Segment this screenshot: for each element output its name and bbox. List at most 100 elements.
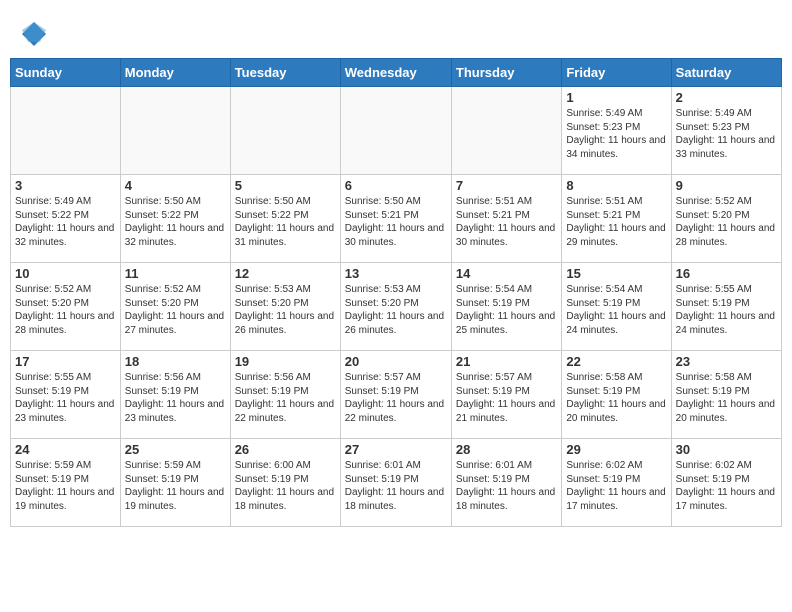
day-detail: Sunrise: 6:02 AMSunset: 5:19 PMDaylight:…: [676, 459, 777, 513]
calendar-week-4: 17 Sunrise: 5:55 AMSunset: 5:19 PMDayligh…: [11, 351, 782, 439]
day-detail: Sunrise: 5:53 AMSunset: 5:20 PMDaylight:…: [235, 283, 336, 337]
day-detail: Sunrise: 5:55 AMSunset: 5:19 PMDaylight:…: [15, 371, 116, 425]
day-detail: Sunrise: 5:52 AMSunset: 5:20 PMDaylight:…: [125, 283, 226, 337]
day-detail: Sunrise: 5:58 AMSunset: 5:19 PMDaylight:…: [566, 371, 666, 425]
calendar-cell: 1 Sunrise: 5:49 AMSunset: 5:23 PMDaylight…: [562, 87, 671, 175]
calendar-cell: 17 Sunrise: 5:55 AMSunset: 5:19 PMDayligh…: [11, 351, 121, 439]
day-detail: Sunrise: 5:53 AMSunset: 5:20 PMDaylight:…: [345, 283, 447, 337]
day-number: 12: [235, 266, 336, 281]
day-number: 19: [235, 354, 336, 369]
day-number: 15: [566, 266, 666, 281]
page-header: [10, 10, 782, 53]
day-detail: Sunrise: 5:56 AMSunset: 5:19 PMDaylight:…: [125, 371, 226, 425]
logo-icon: [20, 20, 48, 48]
calendar-cell: 3 Sunrise: 5:49 AMSunset: 5:22 PMDaylight…: [11, 175, 121, 263]
day-detail: Sunrise: 5:49 AMSunset: 5:22 PMDaylight:…: [15, 195, 116, 249]
day-detail: Sunrise: 5:59 AMSunset: 5:19 PMDaylight:…: [15, 459, 116, 513]
day-number: 10: [15, 266, 116, 281]
day-number: 3: [15, 178, 116, 193]
day-number: 2: [676, 90, 777, 105]
day-detail: Sunrise: 6:02 AMSunset: 5:19 PMDaylight:…: [566, 459, 666, 513]
day-detail: Sunrise: 5:51 AMSunset: 5:21 PMDaylight:…: [456, 195, 557, 249]
day-detail: Sunrise: 5:52 AMSunset: 5:20 PMDaylight:…: [15, 283, 116, 337]
day-detail: Sunrise: 5:50 AMSunset: 5:22 PMDaylight:…: [235, 195, 336, 249]
day-number: 25: [125, 442, 226, 457]
weekday-header-friday: Friday: [562, 59, 671, 87]
weekday-header-tuesday: Tuesday: [230, 59, 340, 87]
calendar-cell: 14 Sunrise: 5:54 AMSunset: 5:19 PMDayligh…: [451, 263, 561, 351]
calendar-cell: 29Sunrise: 6:02 AMSunset: 5:19 PMDayligh…: [562, 439, 671, 527]
calendar-week-3: 10 Sunrise: 5:52 AMSunset: 5:20 PMDayligh…: [11, 263, 782, 351]
day-detail: Sunrise: 5:51 AMSunset: 5:21 PMDaylight:…: [566, 195, 666, 249]
calendar-cell: 8 Sunrise: 5:51 AMSunset: 5:21 PMDaylight…: [562, 175, 671, 263]
calendar-cell: 25 Sunrise: 5:59 AMSunset: 5:19 PMDayligh…: [120, 439, 230, 527]
calendar-week-5: 24 Sunrise: 5:59 AMSunset: 5:19 PMDayligh…: [11, 439, 782, 527]
calendar-cell: 19 Sunrise: 5:56 AMSunset: 5:19 PMDayligh…: [230, 351, 340, 439]
day-detail: Sunrise: 5:57 AMSunset: 5:19 PMDaylight:…: [456, 371, 557, 425]
day-detail: Sunrise: 5:50 AMSunset: 5:22 PMDaylight:…: [125, 195, 226, 249]
day-detail: Sunrise: 5:59 AMSunset: 5:19 PMDaylight:…: [125, 459, 226, 513]
calendar-cell: 18 Sunrise: 5:56 AMSunset: 5:19 PMDayligh…: [120, 351, 230, 439]
day-number: 1: [566, 90, 666, 105]
calendar-cell: 11Sunrise: 5:52 AMSunset: 5:20 PMDayligh…: [120, 263, 230, 351]
day-number: 6: [345, 178, 447, 193]
calendar-cell: 22 Sunrise: 5:58 AMSunset: 5:19 PMDayligh…: [562, 351, 671, 439]
day-number: 18: [125, 354, 226, 369]
calendar-cell: 2 Sunrise: 5:49 AMSunset: 5:23 PMDaylight…: [671, 87, 781, 175]
day-detail: Sunrise: 6:01 AMSunset: 5:19 PMDaylight:…: [345, 459, 447, 513]
calendar-cell: [451, 87, 561, 175]
calendar-cell: 26 Sunrise: 6:00 AMSunset: 5:19 PMDayligh…: [230, 439, 340, 527]
calendar-cell: 24 Sunrise: 5:59 AMSunset: 5:19 PMDayligh…: [11, 439, 121, 527]
day-number: 9: [676, 178, 777, 193]
logo: [20, 20, 50, 48]
weekday-header-thursday: Thursday: [451, 59, 561, 87]
calendar-week-2: 3 Sunrise: 5:49 AMSunset: 5:22 PMDaylight…: [11, 175, 782, 263]
day-detail: Sunrise: 6:00 AMSunset: 5:19 PMDaylight:…: [235, 459, 336, 513]
day-number: 26: [235, 442, 336, 457]
day-detail: Sunrise: 5:56 AMSunset: 5:19 PMDaylight:…: [235, 371, 336, 425]
calendar-cell: 20 Sunrise: 5:57 AMSunset: 5:19 PMDayligh…: [340, 351, 451, 439]
day-number: 28: [456, 442, 557, 457]
calendar-cell: 10 Sunrise: 5:52 AMSunset: 5:20 PMDayligh…: [11, 263, 121, 351]
calendar-cell: 30 Sunrise: 6:02 AMSunset: 5:19 PMDayligh…: [671, 439, 781, 527]
day-detail: Sunrise: 5:57 AMSunset: 5:19 PMDaylight:…: [345, 371, 447, 425]
calendar-cell: [120, 87, 230, 175]
day-detail: Sunrise: 6:01 AMSunset: 5:19 PMDaylight:…: [456, 459, 557, 513]
calendar-cell: 15 Sunrise: 5:54 AMSunset: 5:19 PMDayligh…: [562, 263, 671, 351]
day-number: 20: [345, 354, 447, 369]
weekday-header-saturday: Saturday: [671, 59, 781, 87]
day-number: 17: [15, 354, 116, 369]
calendar-cell: 13 Sunrise: 5:53 AMSunset: 5:20 PMDayligh…: [340, 263, 451, 351]
calendar-cell: [230, 87, 340, 175]
calendar-cell: 23Sunrise: 5:58 AMSunset: 5:19 PMDayligh…: [671, 351, 781, 439]
day-number: 23: [676, 354, 777, 369]
calendar-cell: 28 Sunrise: 6:01 AMSunset: 5:19 PMDayligh…: [451, 439, 561, 527]
day-number: 13: [345, 266, 447, 281]
day-number: 4: [125, 178, 226, 193]
day-detail: Sunrise: 5:54 AMSunset: 5:19 PMDaylight:…: [456, 283, 557, 337]
calendar-cell: 16Sunrise: 5:55 AMSunset: 5:19 PMDayligh…: [671, 263, 781, 351]
calendar-cell: [11, 87, 121, 175]
day-number: 5: [235, 178, 336, 193]
day-detail: Sunrise: 5:50 AMSunset: 5:21 PMDaylight:…: [345, 195, 447, 249]
day-number: 14: [456, 266, 557, 281]
calendar-cell: 5 Sunrise: 5:50 AMSunset: 5:22 PMDaylight…: [230, 175, 340, 263]
calendar-cell: 6 Sunrise: 5:50 AMSunset: 5:21 PMDaylight…: [340, 175, 451, 263]
day-detail: Sunrise: 5:52 AMSunset: 5:20 PMDaylight:…: [676, 195, 777, 249]
day-number: 22: [566, 354, 666, 369]
calendar-cell: 27Sunrise: 6:01 AMSunset: 5:19 PMDayligh…: [340, 439, 451, 527]
day-detail: Sunrise: 5:54 AMSunset: 5:19 PMDaylight:…: [566, 283, 666, 337]
calendar-cell: 4 Sunrise: 5:50 AMSunset: 5:22 PMDaylight…: [120, 175, 230, 263]
calendar-cell: [340, 87, 451, 175]
day-detail: Sunrise: 5:49 AMSunset: 5:23 PMDaylight:…: [566, 107, 666, 161]
day-number: 24: [15, 442, 116, 457]
day-detail: Sunrise: 5:49 AMSunset: 5:23 PMDaylight:…: [676, 107, 777, 161]
day-number: 7: [456, 178, 557, 193]
day-number: 30: [676, 442, 777, 457]
weekday-header-sunday: Sunday: [11, 59, 121, 87]
day-number: 8: [566, 178, 666, 193]
calendar-week-1: 1 Sunrise: 5:49 AMSunset: 5:23 PMDaylight…: [11, 87, 782, 175]
calendar-cell: 7 Sunrise: 5:51 AMSunset: 5:21 PMDaylight…: [451, 175, 561, 263]
calendar-cell: 12 Sunrise: 5:53 AMSunset: 5:20 PMDayligh…: [230, 263, 340, 351]
day-number: 21: [456, 354, 557, 369]
